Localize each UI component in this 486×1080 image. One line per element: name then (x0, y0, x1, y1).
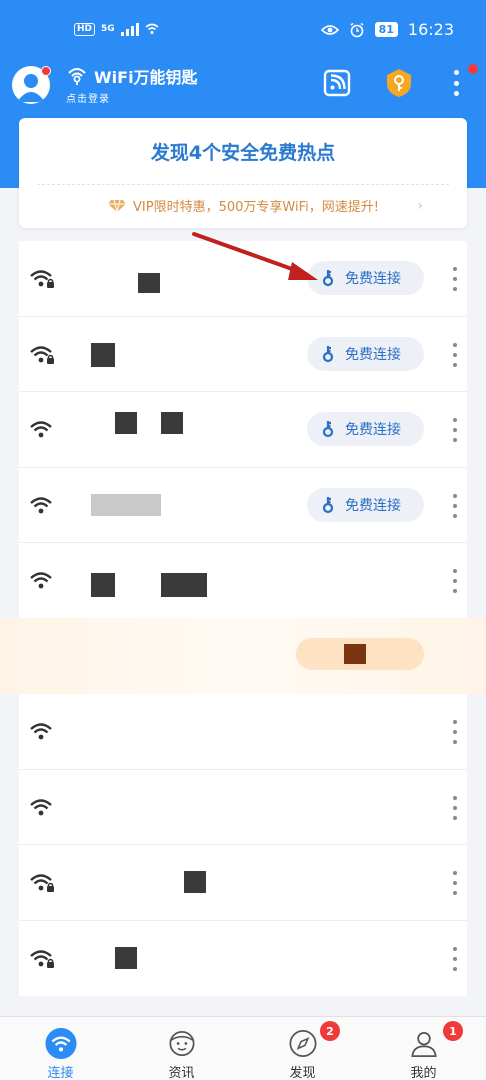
wifi-key-logo-icon (68, 68, 86, 85)
hotspot-row[interactable] (19, 770, 467, 845)
free-connect-button[interactable]: 免费连接 (307, 261, 424, 295)
key-icon (322, 345, 334, 362)
status-bar: HD 5G 81 16:23 (0, 0, 486, 60)
hotspot-row[interactable] (19, 694, 467, 770)
hotspot-name-part (161, 573, 207, 597)
wifi-locked-icon (30, 345, 54, 364)
row-more-button[interactable] (449, 795, 461, 820)
free-connect-button[interactable]: 免费连接 (307, 412, 424, 446)
vip-key-icon[interactable] (384, 68, 414, 98)
row-more-button[interactable] (449, 267, 461, 291)
free-connect-button[interactable]: 免费连接 (307, 336, 424, 371)
row-more-button[interactable] (449, 342, 461, 367)
hotspot-name (138, 273, 160, 293)
tab-label: 资讯 (168, 1066, 195, 1080)
row-more-button[interactable] (449, 871, 461, 895)
tab-label: 连接 (47, 1066, 74, 1080)
login-link[interactable]: 点击登录 (66, 90, 198, 105)
hotspot-name (115, 412, 137, 434)
wifi-icon (30, 421, 52, 438)
wifi-status-icon (145, 23, 159, 34)
row-more-button[interactable] (449, 569, 461, 593)
chevron-right-icon: › (417, 198, 423, 214)
wifi-icon (30, 798, 52, 815)
hotspot-summary-card: 发现4个安全免费热点 VIP限时特惠，500万专享WiFi，网速提升! › (19, 118, 467, 228)
notification-badge: 2 (320, 1021, 340, 1041)
hotspot-list-more (19, 694, 467, 996)
row-more-button[interactable] (449, 946, 461, 971)
notification-badge: 1 (443, 1021, 463, 1041)
hd-indicator: HD (74, 22, 96, 36)
user-icon (410, 1031, 437, 1057)
hotspot-name (115, 946, 137, 969)
app-name: WiFi万能钥匙 (94, 68, 198, 87)
hotspot-name (91, 493, 161, 516)
hotspot-row[interactable] (19, 921, 467, 997)
diamond-icon (108, 199, 127, 212)
hotspot-row[interactable]: 免费连接 (19, 317, 467, 392)
face-icon (168, 1030, 195, 1057)
connect-label: 免费连接 (345, 497, 401, 514)
connect-label: 免费连接 (345, 346, 401, 363)
avatar-notification-dot (41, 66, 51, 76)
scan-icon[interactable] (322, 68, 352, 98)
promo-banner[interactable] (0, 618, 486, 694)
signal-label: 5G (101, 24, 115, 34)
row-more-button[interactable] (449, 493, 461, 518)
promo-button[interactable] (296, 638, 424, 670)
compass-icon (289, 1030, 316, 1057)
wifi-locked-icon (30, 949, 54, 968)
more-notification-dot (468, 64, 478, 74)
tab-label: 我的 (410, 1066, 437, 1080)
hotspot-name-part (161, 412, 183, 434)
free-connect-button[interactable]: 免费连接 (307, 487, 424, 522)
tab-discover[interactable]: 发现 2 (242, 1017, 363, 1080)
wifi-locked-icon (30, 270, 54, 288)
wifi-icon (30, 572, 52, 589)
connect-label: 免费连接 (345, 271, 401, 287)
vip-promo[interactable]: VIP限时特惠，500万专享WiFi，网速提升! (19, 196, 467, 215)
hotspot-row[interactable]: 免费连接 (19, 392, 467, 468)
wifi-icon (30, 496, 52, 513)
wifi-icon (44, 1027, 77, 1060)
wifi-icon (30, 723, 52, 740)
alarm-icon (350, 22, 364, 37)
key-icon (322, 496, 334, 513)
connect-label: 免费连接 (345, 422, 401, 438)
tab-connect[interactable]: 连接 (0, 1017, 121, 1080)
tab-label: 发现 (289, 1066, 316, 1080)
hotspot-row[interactable] (19, 543, 467, 619)
hotspot-name (91, 573, 115, 597)
key-icon (322, 270, 334, 287)
clock: 16:23 (407, 20, 454, 39)
hotspot-name (184, 871, 206, 893)
tab-news[interactable]: 资讯 (121, 1017, 242, 1080)
bottom-tab-bar: 连接 资讯 发现 2 我的 1 (0, 1016, 486, 1080)
hotspot-list: 免费连接 免费连接 免费连接 免费连接 (19, 241, 467, 619)
tab-mine[interactable]: 我的 1 (363, 1017, 484, 1080)
more-menu-button[interactable] (448, 68, 464, 98)
row-more-button[interactable] (449, 418, 461, 442)
wifi-locked-icon (30, 874, 54, 892)
signal-icon (120, 22, 139, 36)
hotspot-name (91, 342, 115, 367)
hotspot-row[interactable] (19, 845, 467, 921)
card-divider (37, 184, 449, 185)
card-title: 发现4个安全免费热点 (150, 142, 336, 164)
eye-icon (320, 24, 339, 35)
brand[interactable]: WiFi万能钥匙 点击登录 (66, 64, 198, 105)
hotspot-row[interactable]: 免费连接 (19, 241, 467, 317)
key-icon (322, 421, 334, 438)
battery-icon: 81 (374, 22, 398, 37)
row-more-button[interactable] (449, 720, 461, 744)
hotspot-row[interactable]: 免费连接 (19, 468, 467, 543)
vip-promo-text: VIP限时特惠，500万专享WiFi，网速提升! (133, 200, 379, 215)
